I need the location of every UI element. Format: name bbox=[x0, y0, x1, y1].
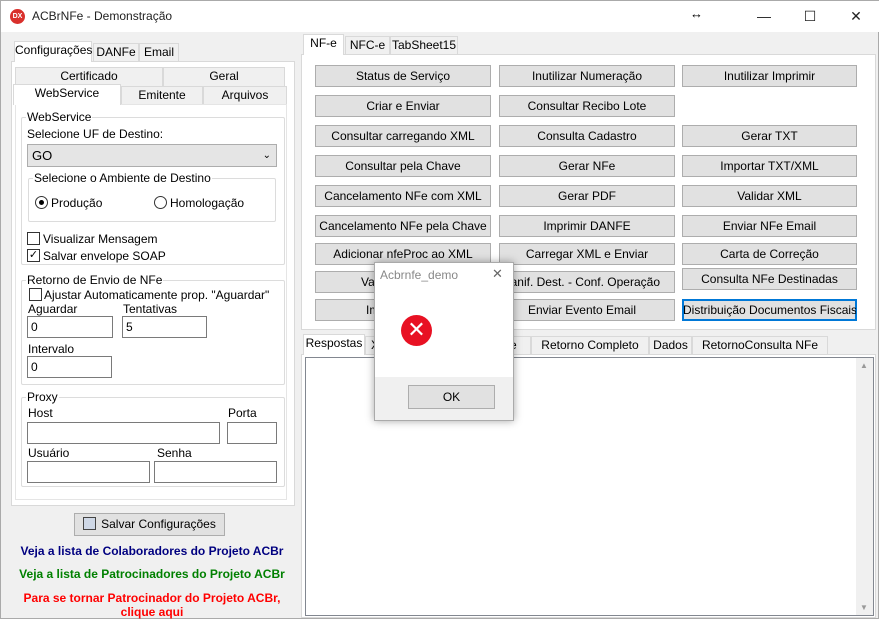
carregar-xml-enviar-button[interactable]: Carregar XML e Enviar bbox=[499, 243, 675, 265]
dialog-close-button[interactable]: ✕ bbox=[492, 267, 503, 281]
consultar-recibo-button[interactable]: Consultar Recibo Lote bbox=[499, 95, 675, 117]
tab-nfce[interactable]: NFC-e bbox=[345, 36, 390, 55]
consulta-nfe-destinadas-button[interactable]: Consulta NFe Destinadas bbox=[682, 268, 857, 290]
tentativas-input[interactable]: 5 bbox=[122, 316, 207, 338]
tab-arquivos[interactable]: Arquivos bbox=[203, 86, 287, 105]
inutilizar-numeracao-button[interactable]: Inutilizar Numeração bbox=[499, 65, 675, 87]
ajustar-checkbox[interactable] bbox=[29, 288, 42, 301]
minimize-button[interactable]: — bbox=[741, 1, 787, 32]
manif-dest-button[interactable]: Manif. Dest. - Conf. Operação bbox=[499, 271, 675, 293]
carta-correcao-button[interactable]: Carta de Correção bbox=[682, 243, 857, 265]
porta-label: Porta bbox=[228, 406, 257, 420]
main-window: DX ACBrNFe - Demonstração ↔ — ☐ ✕ Config… bbox=[0, 0, 879, 619]
uf-select-value: GO bbox=[32, 148, 53, 163]
aguardar-input[interactable]: 0 bbox=[27, 316, 113, 338]
aguardar-label: Aguardar bbox=[28, 302, 78, 316]
enviar-evento-email-button[interactable]: Enviar Evento Email bbox=[499, 299, 675, 321]
tab-webservice[interactable]: WebService bbox=[13, 84, 121, 105]
save-icon bbox=[83, 517, 97, 530]
porta-input[interactable] bbox=[227, 422, 277, 444]
consulta-cadastro-button[interactable]: Consulta Cadastro bbox=[499, 125, 675, 147]
scroll-down-icon[interactable]: ▼ bbox=[860, 603, 868, 612]
intervalo-label: Intervalo bbox=[28, 342, 75, 356]
window-title: ACBrNFe - Demonstração bbox=[32, 9, 173, 23]
producao-label: Produção bbox=[51, 196, 103, 210]
status-servico-button[interactable]: Status de Serviço bbox=[315, 65, 491, 87]
tab-emitente[interactable]: Emitente bbox=[121, 86, 203, 105]
senha-label: Senha bbox=[157, 446, 192, 460]
title-bar: DX ACBrNFe - Demonstração ↔ — ☐ ✕ bbox=[1, 1, 879, 32]
homologacao-radio[interactable] bbox=[154, 196, 167, 209]
criar-enviar-button[interactable]: Criar e Enviar bbox=[315, 95, 491, 117]
chevron-down-icon: ⌄ bbox=[262, 150, 271, 161]
gerar-pdf-button[interactable]: Gerar PDF bbox=[499, 185, 675, 207]
proxy-group-label: Proxy bbox=[26, 390, 59, 404]
ajustar-label: Ajustar Automaticamente prop. "Aguardar" bbox=[44, 288, 270, 302]
tab-tabsheet15[interactable]: TabSheet15 bbox=[390, 36, 458, 55]
error-icon: ✕ bbox=[401, 315, 432, 346]
retorno-group-label: Retorno de Envio de NFe bbox=[26, 273, 164, 287]
app-icon: DX bbox=[10, 9, 25, 24]
usuario-input[interactable] bbox=[27, 461, 150, 483]
tab-respostas[interactable]: Respostas bbox=[303, 334, 365, 355]
host-label: Host bbox=[28, 406, 53, 420]
inutilizar-imprimir-button[interactable]: Inutilizar Imprimir bbox=[682, 65, 857, 87]
tornar-patrocinador-line2: clique aqui bbox=[120, 605, 184, 619]
scroll-up-icon[interactable]: ▲ bbox=[860, 361, 868, 370]
enviar-nfe-email-button[interactable]: Enviar NFe Email bbox=[682, 215, 857, 237]
ambiente-group-label: Selecione o Ambiente de Destino bbox=[33, 171, 212, 185]
cancelamento-xml-button[interactable]: Cancelamento NFe com XML bbox=[315, 185, 491, 207]
tab-dados[interactable]: Dados bbox=[649, 336, 692, 355]
salvar-configuracoes-label: Salvar Configurações bbox=[101, 517, 216, 531]
salvar-soap-checkbox[interactable]: ✓ bbox=[27, 249, 40, 262]
webservice-group-label: WebService bbox=[26, 110, 93, 124]
maximize-button[interactable]: ☐ bbox=[787, 1, 833, 32]
producao-radio[interactable] bbox=[35, 196, 48, 209]
colaboradores-link[interactable]: Veja a lista de Colaboradores do Projeto… bbox=[11, 544, 293, 558]
ok-button[interactable]: OK bbox=[408, 385, 495, 409]
tab-nfe[interactable]: NF-e bbox=[303, 34, 344, 55]
imprimir-danfe-button[interactable]: Imprimir DANFE bbox=[499, 215, 675, 237]
tab-retorno-completo[interactable]: Retorno Completo WS bbox=[531, 336, 649, 369]
gerar-txt-button[interactable]: Gerar TXT bbox=[682, 125, 857, 147]
salvar-soap-label: Salvar envelope SOAP bbox=[43, 249, 166, 263]
distribuicao-documentos-button[interactable]: Distribuição Documentos Fiscais bbox=[682, 299, 857, 321]
gerar-nfe-button[interactable]: Gerar NFe bbox=[499, 155, 675, 177]
visualizar-mensagem-checkbox[interactable] bbox=[27, 232, 40, 245]
host-input[interactable] bbox=[27, 422, 220, 444]
uf-label: Selecione UF de Destino: bbox=[27, 127, 164, 141]
uf-select[interactable]: GO ⌄ bbox=[27, 144, 277, 167]
consultar-chave-button[interactable]: Consultar pela Chave bbox=[315, 155, 491, 177]
dialog-title: Acbrnfe_demo bbox=[380, 268, 459, 282]
consultar-xml-button[interactable]: Consultar carregando XML bbox=[315, 125, 491, 147]
dialog-footer: OK bbox=[375, 377, 513, 420]
importar-txt-xml-button[interactable]: Importar TXT/XML bbox=[682, 155, 857, 177]
homologacao-label: Homologação bbox=[170, 196, 245, 210]
salvar-configuracoes-button[interactable]: Salvar Configurações bbox=[74, 513, 225, 536]
tab-geral[interactable]: Geral bbox=[163, 67, 285, 86]
tab-danfe[interactable]: DANFe bbox=[93, 43, 139, 62]
visualizar-mensagem-label: Visualizar Mensagem bbox=[43, 232, 158, 246]
tab-retorno-consulta[interactable]: RetornoConsulta NFe 2.01 bbox=[692, 336, 828, 369]
cancelamento-chave-button[interactable]: Cancelamento NFe pela Chave bbox=[315, 215, 491, 237]
tornar-patrocinador-line1: Para se tornar Patrocinador do Projeto A… bbox=[23, 591, 281, 605]
error-dialog: Acbrnfe_demo ✕ ✕ OK bbox=[374, 262, 514, 421]
tentativas-label: Tentativas bbox=[123, 302, 178, 316]
validar-xml-button[interactable]: Validar XML bbox=[682, 185, 857, 207]
tab-configuracoes[interactable]: Configurações bbox=[14, 41, 92, 62]
close-button[interactable]: ✕ bbox=[833, 1, 879, 32]
patrocinadores-link[interactable]: Veja a lista de Patrocinadores do Projet… bbox=[11, 567, 293, 581]
tab-email[interactable]: Email bbox=[139, 43, 179, 62]
intervalo-input[interactable]: 0 bbox=[27, 356, 112, 378]
tornar-patrocinador-link[interactable]: Para se tornar Patrocinador do Projeto A… bbox=[11, 591, 293, 619]
usuario-label: Usuário bbox=[28, 446, 70, 460]
senha-input[interactable] bbox=[154, 461, 277, 483]
vertical-scrollbar[interactable]: ▲ ▼ bbox=[856, 358, 873, 615]
resize-cursor-icon: ↔ bbox=[690, 6, 703, 21]
